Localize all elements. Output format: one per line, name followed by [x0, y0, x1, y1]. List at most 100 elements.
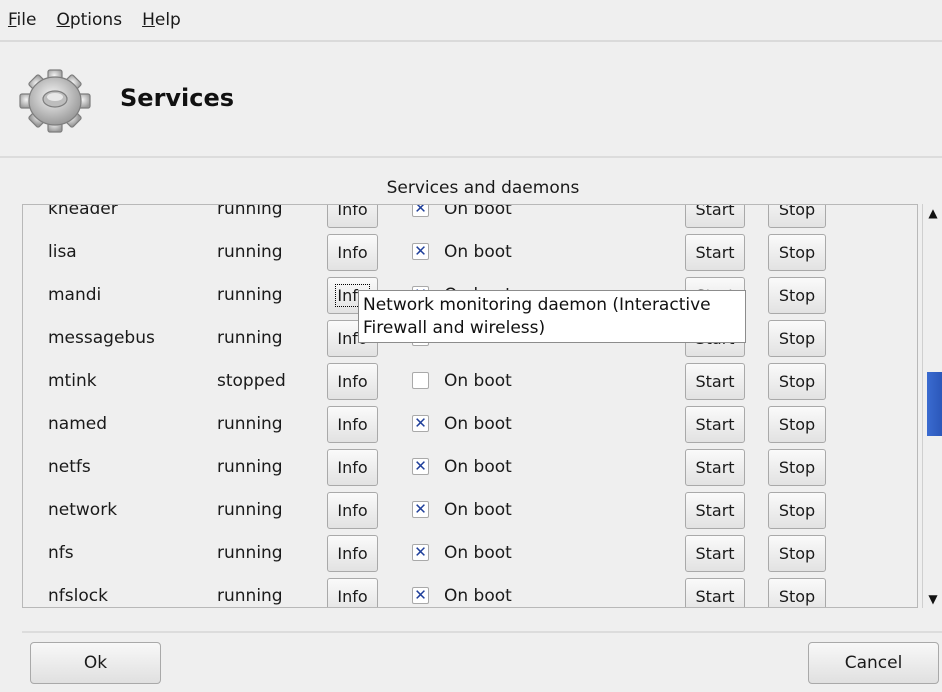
start-button[interactable]: Start — [685, 363, 745, 400]
service-row: mtink stopped Info On boot Start Stop — [23, 360, 917, 403]
info-button-label: Info — [337, 458, 368, 477]
info-button-label: Info — [337, 544, 368, 563]
info-button[interactable]: Info — [327, 363, 378, 400]
on-boot-checkbox[interactable]: ✕ — [412, 458, 429, 475]
stop-button[interactable]: Stop — [768, 578, 826, 607]
service-name: lisa — [48, 242, 77, 262]
service-status: running — [217, 414, 283, 434]
service-row: named running Info ✕ On boot Start Stop — [23, 403, 917, 446]
on-boot-label: On boot — [444, 371, 512, 391]
service-row: nfslock running Info ✕ On boot Start Stop — [23, 575, 917, 607]
stop-button-label: Stop — [778, 204, 816, 219]
stop-button[interactable]: Stop — [768, 492, 826, 529]
service-name: mtink — [48, 371, 97, 391]
stop-button-label: Stop — [778, 329, 816, 348]
service-name: kheader — [48, 204, 118, 219]
on-boot-checkbox[interactable] — [412, 372, 429, 389]
header: Services — [0, 44, 942, 156]
info-button[interactable]: Info — [327, 406, 378, 443]
services-list: kheader running Info ✕ On boot Start Stop lisa r… — [22, 204, 918, 608]
on-boot-label: On boot — [444, 204, 512, 219]
service-name: netfs — [48, 457, 91, 477]
service-name: messagebus — [48, 328, 155, 348]
vertical-scrollbar[interactable]: ▲ ▼ — [922, 204, 942, 608]
stop-button-label: Stop — [778, 501, 816, 520]
on-boot-checkbox[interactable]: ✕ — [412, 544, 429, 561]
info-button-label: Info — [337, 415, 368, 434]
stop-button[interactable]: Stop — [768, 204, 826, 228]
service-row: lisa running Info ✕ On boot Start Stop — [23, 231, 917, 274]
start-button-label: Start — [695, 372, 735, 391]
start-button[interactable]: Start — [685, 535, 745, 572]
menu-file[interactable]: File — [8, 10, 36, 30]
start-button[interactable]: Start — [685, 492, 745, 529]
menu-help[interactable]: Help — [142, 10, 181, 30]
info-button[interactable]: Info — [327, 535, 378, 572]
start-button[interactable]: Start — [685, 406, 745, 443]
scroll-down-icon[interactable]: ▼ — [926, 592, 940, 606]
service-name: network — [48, 500, 118, 520]
on-boot-label: On boot — [444, 414, 512, 434]
service-row: netfs running Info ✕ On boot Start Stop — [23, 446, 917, 489]
gear-icon — [19, 69, 91, 133]
stop-button-label: Stop — [778, 544, 816, 563]
stop-button-label: Stop — [778, 458, 816, 477]
info-button-label: Info — [337, 587, 368, 606]
menu-options[interactable]: Options — [56, 10, 122, 30]
rows-container: kheader running Info ✕ On boot Start Stop lisa r… — [23, 204, 917, 607]
stop-button-label: Stop — [778, 372, 816, 391]
stop-button[interactable]: Stop — [768, 449, 826, 486]
scroll-up-icon[interactable]: ▲ — [926, 206, 940, 220]
ok-button[interactable]: Ok — [30, 642, 161, 684]
page-title: Services — [120, 84, 235, 112]
on-boot-label: On boot — [444, 457, 512, 477]
start-button[interactable]: Start — [685, 578, 745, 607]
on-boot-label: On boot — [444, 543, 512, 563]
on-boot-checkbox[interactable]: ✕ — [412, 243, 429, 260]
info-button[interactable]: Info — [327, 205, 378, 228]
service-name: nfslock — [48, 586, 108, 606]
stop-button[interactable]: Stop — [768, 535, 826, 572]
stop-button[interactable]: Stop — [768, 363, 826, 400]
start-button-label: Start — [695, 544, 735, 563]
tooltip-line-2: Firewall and wireless) — [363, 318, 546, 338]
divider — [0, 156, 942, 158]
service-status: running — [217, 586, 283, 606]
on-boot-checkbox[interactable]: ✕ — [412, 205, 429, 217]
stop-button-label: Stop — [778, 286, 816, 305]
scrollbar-thumb[interactable] — [927, 372, 942, 436]
service-status: running — [217, 457, 283, 477]
start-button-label: Start — [695, 458, 735, 477]
on-boot-checkbox[interactable]: ✕ — [412, 501, 429, 518]
info-button[interactable]: Info — [327, 449, 378, 486]
service-name: nfs — [48, 543, 74, 563]
menu-bar: File Options Help — [0, 0, 942, 42]
cancel-button[interactable]: Cancel — [808, 642, 939, 684]
start-button-label: Start — [695, 204, 735, 219]
service-name: named — [48, 414, 108, 434]
start-button-label: Start — [695, 243, 735, 262]
start-button[interactable]: Start — [685, 204, 745, 228]
tooltip-line-1: Network monitoring daemon (Interactive — [363, 295, 711, 315]
service-status: running — [217, 285, 283, 305]
service-status: stopped — [217, 371, 286, 391]
info-button[interactable]: Info — [327, 492, 378, 529]
stop-button[interactable]: Stop — [768, 406, 826, 443]
stop-button[interactable]: Stop — [768, 320, 826, 357]
info-button[interactable]: Info — [327, 578, 378, 607]
service-row: network running Info ✕ On boot Start Stop — [23, 489, 917, 532]
start-button[interactable]: Start — [685, 449, 745, 486]
stop-button-label: Stop — [778, 587, 816, 606]
stop-button[interactable]: Stop — [768, 277, 826, 314]
service-status: running — [217, 204, 283, 219]
info-button-label: Info — [337, 372, 368, 391]
stop-button-label: Stop — [778, 415, 816, 434]
stop-button[interactable]: Stop — [768, 234, 826, 271]
start-button-label: Start — [695, 587, 735, 606]
on-boot-label: On boot — [444, 500, 512, 520]
on-boot-checkbox[interactable]: ✕ — [412, 587, 429, 604]
on-boot-label: On boot — [444, 586, 512, 606]
start-button[interactable]: Start — [685, 234, 745, 271]
info-button[interactable]: Info — [327, 234, 378, 271]
on-boot-checkbox[interactable]: ✕ — [412, 415, 429, 432]
